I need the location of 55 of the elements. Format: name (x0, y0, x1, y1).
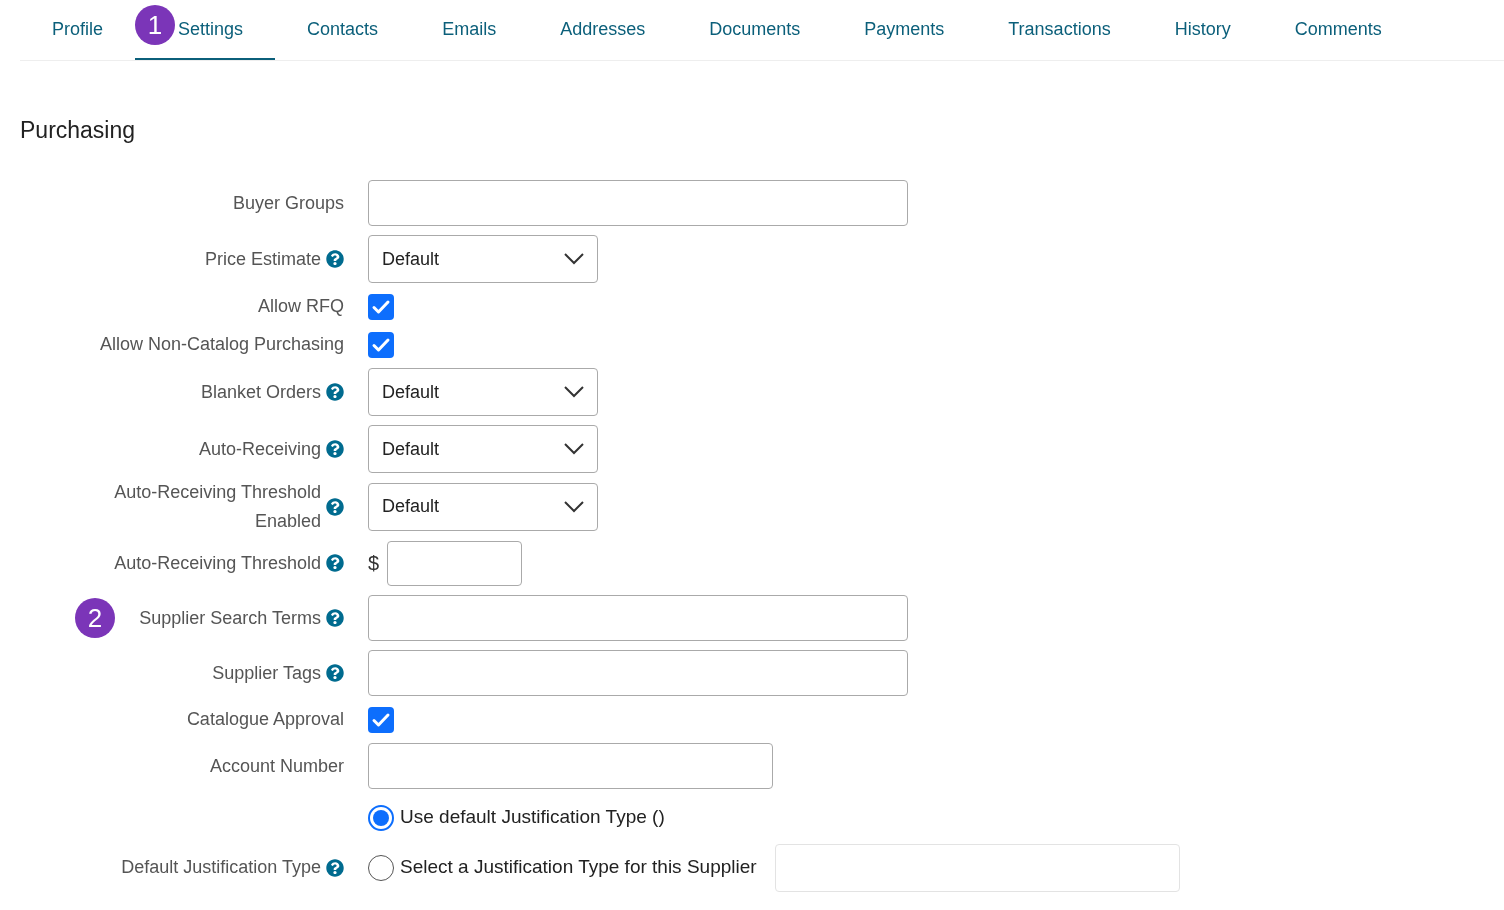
help-icon[interactable] (326, 497, 344, 516)
text-field[interactable] (368, 180, 908, 226)
amount-field[interactable] (387, 540, 523, 586)
tab[interactable]: Profile (20, 0, 136, 60)
tab[interactable]: Addresses (528, 0, 678, 60)
help-icon[interactable] (326, 250, 344, 268)
field-label: Default Justification Type (121, 856, 321, 879)
checkbox[interactable] (368, 293, 394, 320)
chevron-down-icon (564, 253, 584, 265)
text-field[interactable] (368, 743, 773, 789)
currency-symbol: $ (368, 551, 380, 576)
text-field[interactable] (368, 595, 908, 641)
tab[interactable]: Transactions (976, 0, 1143, 60)
field-label: Allow RFQ (258, 295, 344, 318)
chevron-down-icon (564, 386, 584, 398)
help-icon[interactable] (326, 383, 344, 401)
option-label[interactable]: Select a Justification Type for this Supplier (400, 853, 757, 882)
tab[interactable]: Documents (677, 0, 833, 60)
justification-field[interactable] (774, 843, 1180, 892)
dropdown[interactable]: Default (368, 235, 598, 283)
field-label: Price Estimate (204, 247, 321, 271)
dropdown[interactable]: Default (368, 425, 598, 473)
field-label: Auto-Receiving Threshold Enabled (113, 480, 321, 533)
field-label: Account Number (209, 754, 344, 778)
tab[interactable]: Payments (832, 0, 977, 60)
field-label: Supplier Search Terms (139, 606, 321, 630)
tab[interactable]: Emails (410, 0, 529, 60)
section-heading: Purchasing (20, 116, 137, 145)
number-badge: 2 (75, 598, 115, 638)
number-badge: 1 (135, 5, 176, 45)
field-label: Catalogue Approval (186, 708, 344, 731)
dropdown[interactable]: Default (368, 482, 598, 531)
help-icon[interactable] (326, 440, 344, 458)
help-icon[interactable] (326, 554, 344, 572)
chevron-down-icon (564, 500, 584, 513)
text-field[interactable] (368, 650, 908, 696)
field-label: Supplier Tags (212, 661, 321, 685)
checkbox[interactable] (368, 331, 394, 358)
chevron-down-icon (564, 443, 584, 455)
radio-button[interactable] (368, 804, 394, 831)
checkbox[interactable] (368, 706, 394, 733)
tab[interactable]: 1 Settings (135, 0, 276, 60)
tab[interactable]: Contacts (275, 0, 411, 60)
tab[interactable]: History (1142, 0, 1263, 60)
help-icon[interactable] (326, 858, 344, 877)
dropdown[interactable]: Default (368, 368, 598, 416)
field-label: Buyer Groups (232, 191, 344, 215)
option-label[interactable]: Use default Justification Type () (400, 803, 665, 832)
field-label: Allow Non-Catalog Purchasing (99, 333, 344, 356)
help-icon[interactable] (326, 609, 344, 627)
field-label: Auto-Receiving Threshold (114, 551, 321, 575)
tab[interactable]: Comments (1262, 0, 1414, 60)
field-label: Auto-Receiving (198, 437, 321, 461)
field-label: Blanket Orders (200, 380, 321, 404)
help-icon[interactable] (326, 664, 344, 682)
